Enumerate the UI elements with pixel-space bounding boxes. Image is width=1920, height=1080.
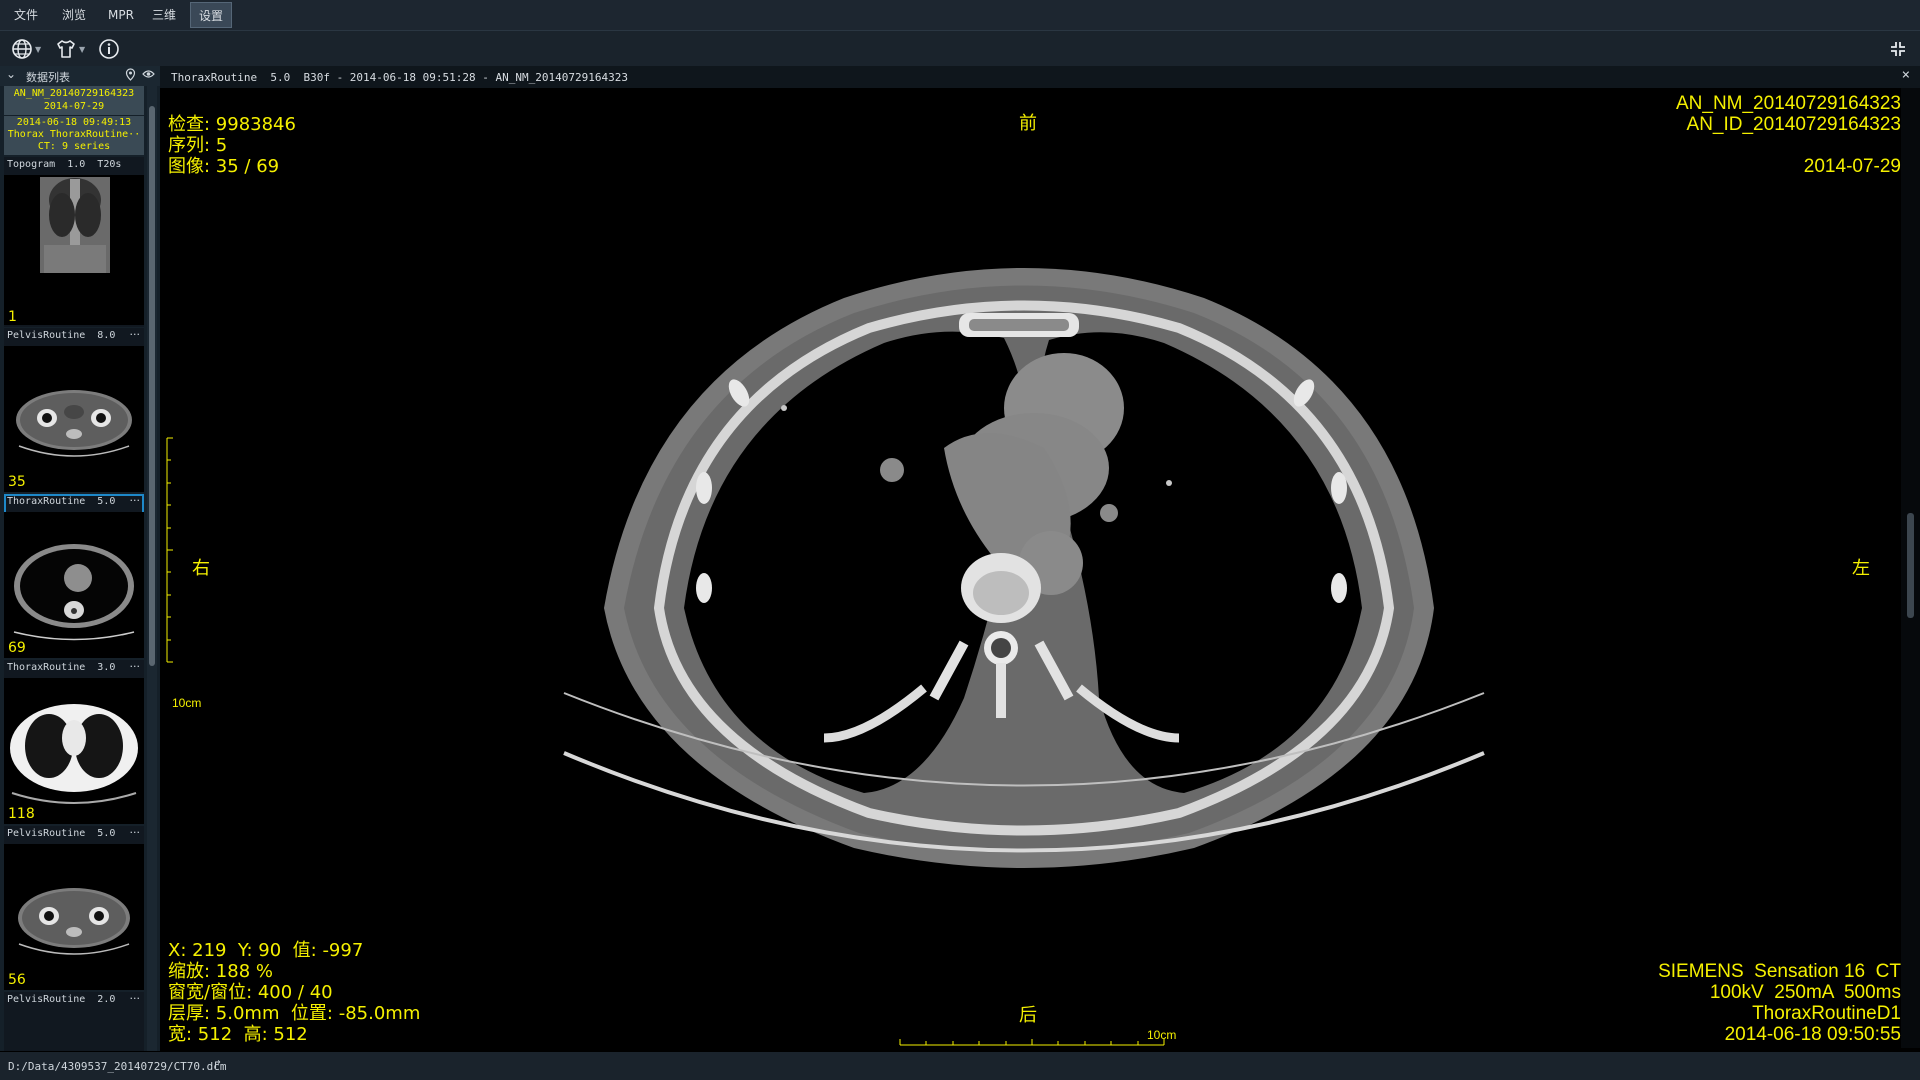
patient-item[interactable]: AN_NM_20140729164323 2014-07-29	[4, 86, 144, 115]
language-button[interactable]: ▼	[11, 36, 41, 62]
series-item[interactable]: PelvisRoutine 2.0 ···	[4, 992, 144, 1051]
overlay-acquisition-time: 2014-06-18 09:50:55	[1724, 1024, 1901, 1045]
series-item[interactable]: ThoraxRoutine 3.0 ··· 118	[4, 660, 144, 824]
series-thumbnail	[4, 346, 144, 492]
orientation-left: 左	[1852, 558, 1870, 579]
menu-bar: 文件 浏览 MPR 三维 设置	[0, 0, 1920, 31]
overlay-study-date: 2014-07-29	[1803, 156, 1901, 177]
scrollbar-thumb[interactable]	[1907, 513, 1914, 618]
menu-mpr[interactable]: MPR	[100, 2, 142, 28]
menu-3d[interactable]: 三维	[144, 2, 184, 28]
location-pin-icon	[125, 68, 136, 81]
scrollbar-thumb[interactable]	[149, 106, 155, 666]
series-item-selected[interactable]: ThoraxRoutine 5.0 ··· 69	[4, 494, 144, 658]
menu-settings[interactable]: 设置	[190, 2, 233, 28]
series-image-count: 56	[8, 972, 26, 988]
series-title: Topogram 1.0 T20s	[7, 159, 122, 170]
overlay-cursor-value: X: 219 Y: 90 值: -997	[168, 940, 364, 961]
series-image-count: 1	[8, 309, 17, 325]
chevron-down-icon: ▼	[79, 44, 86, 54]
overlay-protocol: ThoraxRoutineD1	[1752, 1003, 1901, 1024]
locate-button[interactable]	[125, 68, 136, 84]
overlay-slice-info: 层厚: 5.0mm 位置: -85.0mm	[168, 1003, 421, 1024]
study-datetime: 2014-06-18 09:49:13	[16, 117, 132, 128]
series-item[interactable]: PelvisRoutine 5.0 ··· 56	[4, 826, 144, 990]
series-item[interactable]: Topogram 1.0 T20s 1	[4, 157, 144, 327]
image-viewport[interactable]: 检查: 9983846 序列: 5 图像: 35 / 69 AN_NM_2014…	[164, 88, 1901, 1048]
patient-name: AN_NM_20140729164323	[13, 88, 135, 99]
overlay-image-index: 图像: 35 / 69	[168, 156, 280, 177]
orientation-anterior: 前	[1019, 113, 1037, 134]
data-list-scrollbar[interactable]	[147, 86, 157, 1051]
app-window: 文件 浏览 MPR 三维 设置 ▼ ▼ ⌄ 数据列表 AN_NM_2014072…	[0, 0, 1920, 1080]
data-list-header: ⌄ 数据列表	[0, 66, 160, 86]
series-title: ThoraxRoutine 5.0	[7, 496, 116, 507]
series-thumbnail	[4, 175, 144, 325]
orientation-right: 右	[192, 558, 210, 579]
status-bar: D:/Data/4309537_20140729/CT70.dcm ↱	[0, 1052, 1920, 1080]
series-thumbnail	[4, 678, 144, 824]
visibility-button[interactable]	[142, 69, 155, 82]
collapse-button[interactable]	[1890, 36, 1906, 62]
series-title: PelvisRoutine 8.0	[7, 330, 116, 341]
overlay-patient-name: AN_NM_20140729164323	[1675, 93, 1901, 114]
skin-button[interactable]: ▼	[55, 36, 85, 62]
data-list-label: 数据列表	[26, 71, 70, 84]
menu-browse[interactable]: 浏览	[54, 2, 94, 28]
orientation-posterior: 后	[1019, 1005, 1037, 1026]
file-path: D:/Data/4309537_20140729/CT70.dcm	[8, 1060, 227, 1073]
shirt-icon	[57, 40, 75, 58]
viewer-title: ThoraxRoutine 5.0 B30f - 2014-06-18 09:5…	[171, 71, 628, 84]
overlay-series: 序列: 5	[168, 135, 228, 156]
series-image-count: 69	[8, 640, 26, 656]
more-icon[interactable]: ···	[130, 826, 141, 839]
collapse-icon	[1891, 42, 1905, 56]
series-title: ThoraxRoutine 3.0	[7, 662, 116, 673]
vertical-scale-bar	[166, 437, 173, 663]
overlay-window-level: 窗宽/窗位: 400 / 40	[168, 982, 333, 1003]
viewer-title-bar: ThoraxRoutine 5.0 B30f - 2014-06-18 09:5…	[160, 66, 1920, 88]
series-title: PelvisRoutine 2.0	[7, 994, 116, 1005]
slice-scrollbar[interactable]	[1901, 88, 1920, 1048]
overlay-matrix-size: 宽: 512 高: 512	[168, 1024, 308, 1045]
overlay-scanner: SIEMENS Sensation 16 CT	[1658, 961, 1901, 982]
horizontal-scale-label: 10cm	[1147, 1028, 1177, 1042]
toolbar: ▼ ▼	[0, 31, 1920, 66]
series-item[interactable]: PelvisRoutine 8.0 ··· 35	[4, 328, 144, 492]
ct-image	[166, 268, 1485, 1046]
series-image-count: 118	[8, 806, 35, 822]
series-image-count: 35	[8, 474, 26, 490]
data-list-panel: ⌄ 数据列表 AN_NM_20140729164323 2014-07-29 2…	[0, 66, 160, 1051]
more-icon[interactable]: ···	[130, 494, 141, 507]
about-button[interactable]	[98, 36, 120, 62]
vertical-scale-label: 10cm	[172, 696, 202, 710]
info-icon	[99, 39, 119, 59]
share-icon[interactable]: ↱	[214, 1057, 221, 1071]
series-thumbnail	[4, 844, 144, 990]
collapse-panel-icon[interactable]: ⌄	[6, 67, 16, 81]
study-series-count: CT: 9 series	[37, 141, 111, 152]
eye-icon	[142, 70, 155, 78]
close-icon[interactable]: ×	[1902, 67, 1910, 83]
menu-file[interactable]: 文件	[6, 2, 46, 28]
more-icon[interactable]: ···	[130, 992, 141, 1005]
globe-icon	[12, 39, 32, 59]
horizontal-scale-bar	[899, 1039, 1165, 1046]
more-icon[interactable]: ···	[130, 328, 141, 341]
patient-date: 2014-07-29	[43, 101, 105, 112]
study-description: Thorax ThoraxRoutine··	[7, 129, 141, 140]
overlay-exam: 检查: 9983846	[168, 114, 296, 135]
overlay-zoom: 缩放: 188 %	[168, 961, 273, 982]
more-icon[interactable]: ···	[130, 660, 141, 673]
series-title: PelvisRoutine 5.0	[7, 828, 116, 839]
overlay-patient-id: AN_ID_20140729164323	[1686, 114, 1901, 135]
study-item[interactable]: 2014-06-18 09:49:13 Thorax ThoraxRoutine…	[4, 116, 144, 155]
overlay-scan-params: 100kV 250mA 500ms	[1709, 982, 1901, 1003]
series-thumbnail	[4, 512, 144, 658]
chevron-down-icon: ▼	[35, 44, 42, 54]
